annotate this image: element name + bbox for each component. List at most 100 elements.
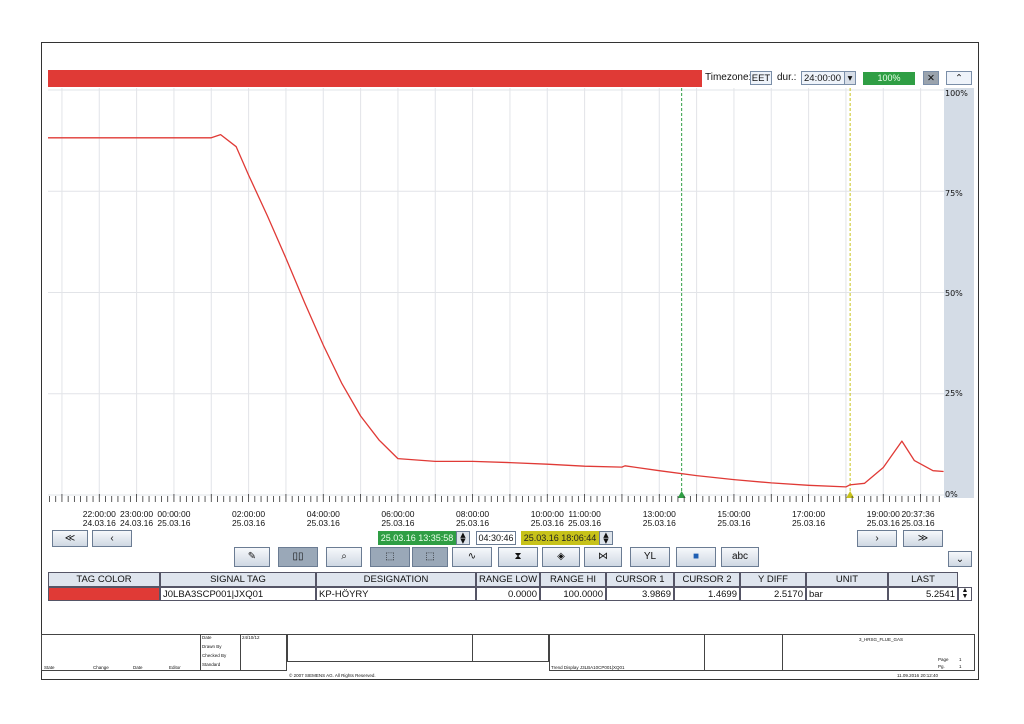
edit-icon[interactable]: ✎ [234,547,270,567]
trend-display-text: Trend Display J3LBA10CP001|XQ01 [551,665,625,670]
col-y-diff: Y DIFF [740,572,806,587]
range-low-cell[interactable]: 0.0000 [476,587,540,601]
y-label-75: 75% [945,189,963,198]
series-line-0 [47,133,944,488]
scroll-last-button[interactable]: ≫ [903,530,943,547]
cursor2-cell: 1.4699 [674,587,740,601]
x-tick-label: 08:00:00 25.03.16 [447,510,499,528]
date-value-cell: 24/10/12 [241,634,287,671]
y-diff-cell: 2.5170 [740,587,806,601]
duration-value: 24:00:00 [804,73,841,84]
select-area-icon[interactable]: ⬚ [370,547,410,567]
x-tick-label: 06:00:00 25.03.16 [372,510,424,528]
duration-select[interactable]: 24:00:00 [801,71,845,85]
timezone-label: Timezone: [705,72,752,83]
hourglass-icon[interactable]: ⧗ [498,547,538,567]
text-label-button[interactable]: abc [721,547,759,567]
cursor1-time-field[interactable]: 25.03.16 13:35:58 [378,531,456,545]
x-tick-label: 13:00:00 25.03.16 [633,510,685,528]
trend-display-cell: Trend Display J3LBA10CP001|XQ01 [549,634,705,671]
y-label-0: 0% [945,490,958,499]
last-cell: 5.2541 [888,587,958,601]
blank-cell-3 [705,634,783,671]
close-icon[interactable]: ✕ [923,71,939,85]
y-limits-button[interactable]: YL [630,547,670,567]
x-tick-label: 15:00:00 25.03.16 [708,510,760,528]
y-label-50: 50% [945,289,963,298]
save-icon[interactable]: ■ [676,547,716,567]
collapse-button[interactable]: ⌃ [946,71,972,85]
cursor2-spinner[interactable]: ▲ ▼ [599,531,613,545]
range-hi-cell[interactable]: 100.0000 [540,587,606,601]
trend-chart [47,88,944,498]
x-tick-label: 11:00:00 25.03.16 [559,510,611,528]
standard-label: Standard [202,662,221,667]
page-label: Page [938,657,949,662]
sheet-info-cell: 3_HRSG_FLUE_GAS Page 1 Pg. 1 [783,634,975,671]
compress-icon[interactable]: ⋈ [584,547,622,567]
trend-toolbar: Timezone: EET dur.: 24:00:00 ▾ 100% ✕ ⌃ [48,70,974,88]
blank-cell-2 [473,634,549,662]
cursor-move-icon[interactable]: ◈ [542,547,580,567]
expand-table-button[interactable]: ⌄ [948,551,972,567]
table-row-spinner[interactable]: ▲ ▼ [958,587,972,601]
editor-label: Editor [169,665,181,670]
col-last: LAST [888,572,958,587]
sheet-name: 3_HRSG_FLUE_GAS [859,637,904,642]
y-axis-panel: 100% 75% 50% 25% 0% [944,88,974,499]
time-diff-field: 04:30:46 [476,531,516,545]
scroll-prev-button[interactable]: ‹ [92,530,132,547]
timezone-field[interactable]: EET [750,71,772,85]
duration-dropdown-button[interactable]: ▾ [844,71,856,85]
col-signal-tag: SIGNAL TAG [160,572,316,587]
drawn-by-label: Drawn By [202,644,222,649]
page-value: 1 [959,657,962,662]
scroll-next-button[interactable]: › [857,530,897,547]
col-designation: DESIGNATION [316,572,476,587]
col-unit: UNIT [806,572,888,587]
x-axis: 22:00:00 24.03.16 23:00:00 24.03.16 00:00:00… [48,494,944,530]
x-tick-date: 25.03.16 [568,518,602,528]
pg-label: Pg. [938,664,945,669]
select-point-icon[interactable]: ⬚ [412,547,448,567]
x-axis-ruler [49,494,940,502]
designation-cell[interactable]: KP-HÖYRY [316,587,476,601]
col-cursor1: CURSOR 1 [606,572,674,587]
x-tick-date: 25.03.16 [901,518,935,528]
x-tick-date: 25.03.16 [232,518,266,528]
duration-label: dur.: [777,72,797,83]
change-label: Change [93,665,109,670]
progress-bar: 100% [863,72,915,85]
signal-tag-cell[interactable]: J0LBA3SCP001|JXQ01 [160,587,316,601]
trend-plot-area[interactable] [47,88,944,498]
checked-by-label: Checked By [202,653,227,658]
signal-table: TAG COLOR SIGNAL TAG DESIGNATION RANGE L… [48,572,974,602]
x-tick-date: 25.03.16 [717,518,751,528]
state-label: State [44,665,55,670]
cursor1-cell: 3.9869 [606,587,674,601]
col-range-low: RANGE LOW [476,572,540,587]
zoom-icon[interactable]: ⌕ [326,547,362,567]
x-tick-date: 25.03.16 [456,518,490,528]
col-range-hi: RANGE HI [540,572,606,587]
print-timestamp: 11.09.2016 20:12:40 [897,673,938,678]
cursor2-time-field[interactable]: 25.03.16 18:06:44 [521,531,599,545]
x-tick-date: 25.03.16 [792,518,826,528]
pg-value: 1 [959,664,962,669]
chevron-down-icon: ▾ [847,73,853,84]
x-tick-date: 25.03.16 [306,518,340,528]
drawing-title-block: Date Drawn By Checked By Standard 24/10/… [41,634,979,680]
scroll-first-button[interactable]: ≪ [52,530,88,547]
cursor1-spinner[interactable]: ▲ ▼ [456,531,470,545]
col-tag-color: TAG COLOR [48,572,160,587]
pause-icon[interactable]: ▯▯ [278,547,318,567]
labels-col: Date Drawn By Checked By Standard [201,634,241,671]
date-label: Date [202,635,212,640]
y-label-25: 25% [945,389,963,398]
trend-wave-icon[interactable]: ∿ [452,547,492,567]
x-tick-label: 20:37:36 25.03.16 [892,510,944,528]
tag-color-swatch[interactable] [48,587,160,601]
x-tick-label: 02:00:00 25.03.16 [223,510,275,528]
date2-label: Date [133,665,143,670]
x-tick-date: 25.03.16 [381,518,415,528]
